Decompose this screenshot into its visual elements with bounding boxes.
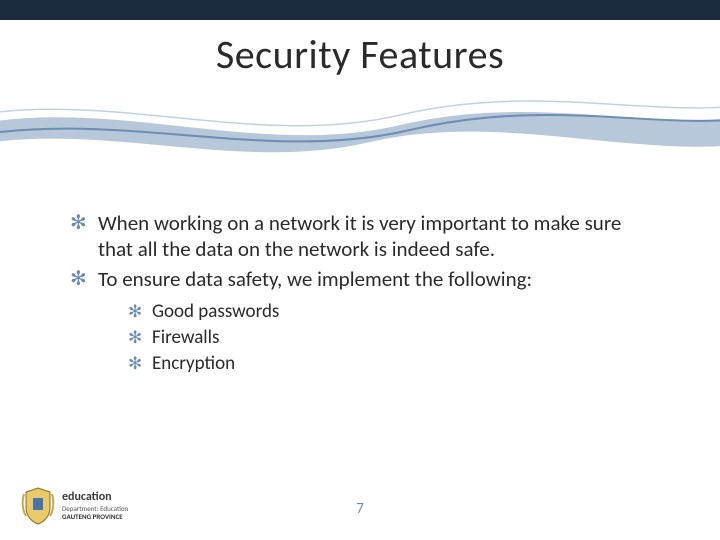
asterisk-icon: ✻ (70, 266, 98, 292)
slide-title: Security Features (0, 30, 720, 79)
sub-bullet-text: Firewalls (152, 326, 219, 350)
logo-text: education Department: Education GAUTENG … (62, 491, 128, 522)
crest-icon (20, 486, 56, 526)
logo-word: education (62, 491, 128, 503)
bullet-text: When working on a network it is very imp… (98, 210, 660, 262)
sub-bullet-text: Good passwords (152, 300, 279, 324)
sub-bullet-text: Encryption (152, 352, 235, 376)
bullet-item: ✻ To ensure data safety, we implement th… (70, 266, 660, 292)
bullet-item: ✻ When working on a network it is very i… (70, 210, 660, 262)
sub-bullet-item: ✻ Good passwords (128, 300, 660, 324)
logo: education Department: Education GAUTENG … (20, 486, 128, 526)
sub-bullet-item: ✻ Encryption (128, 352, 660, 376)
sub-bullet-list: ✻ Good passwords ✻ Firewalls ✻ Encryptio… (128, 300, 660, 376)
sub-bullet-item: ✻ Firewalls (128, 326, 660, 350)
wave-decoration (0, 80, 720, 170)
asterisk-icon: ✻ (128, 352, 152, 376)
content-area: ✻ When working on a network it is very i… (70, 210, 660, 378)
top-band (0, 0, 720, 20)
asterisk-icon: ✻ (128, 300, 152, 324)
bullet-text: To ensure data safety, we implement the … (98, 266, 532, 292)
logo-province: GAUTENG PROVINCE (62, 513, 128, 521)
asterisk-icon: ✻ (70, 210, 98, 236)
asterisk-icon: ✻ (128, 326, 152, 350)
